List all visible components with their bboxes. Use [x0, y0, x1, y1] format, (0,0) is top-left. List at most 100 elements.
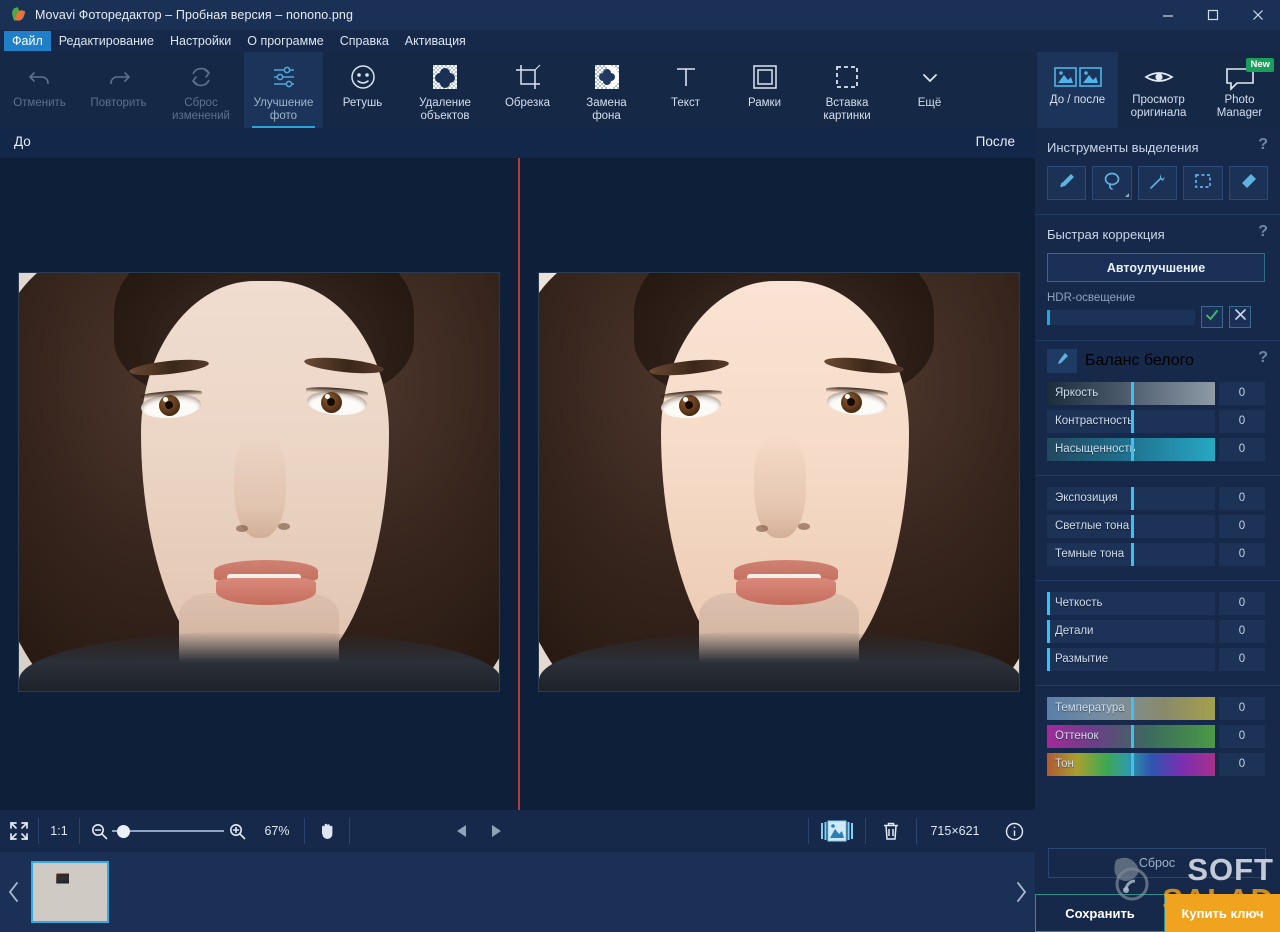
selection-tools-help-icon[interactable]: ? — [1258, 136, 1268, 154]
slider-value[interactable]: 0 — [1219, 753, 1265, 776]
tool-frames[interactable]: Рамки — [725, 52, 804, 128]
auto-enhance-button[interactable]: Автоулучшение — [1047, 253, 1265, 282]
tool-retouch[interactable]: Ретушь — [323, 52, 402, 128]
slider-value[interactable]: 0 — [1219, 725, 1265, 748]
slider-value[interactable]: 0 — [1219, 515, 1265, 538]
slider-hue[interactable]: Тон 0 — [1047, 752, 1268, 776]
image-info-button[interactable] — [993, 810, 1035, 852]
slider-blur[interactable]: Размытие 0 — [1047, 647, 1268, 671]
image-preview-before[interactable] — [18, 272, 500, 692]
white-balance-help-icon[interactable]: ? — [1258, 349, 1268, 367]
slider-track[interactable]: Тон — [1047, 753, 1215, 776]
menu-item-activation[interactable]: Активация — [397, 31, 474, 51]
eyedropper-button[interactable] — [1047, 349, 1077, 373]
slider-track[interactable]: Яркость — [1047, 382, 1215, 405]
slider-handle[interactable] — [1131, 543, 1134, 566]
slider-handle[interactable] — [1131, 438, 1134, 461]
zoom-out-button[interactable] — [86, 810, 112, 852]
zoom-slider-handle[interactable] — [117, 825, 130, 838]
tool-object-removal[interactable]: Удаление объектов — [402, 52, 488, 128]
before-after-divider[interactable] — [518, 158, 520, 810]
tool-background-change[interactable]: Замена фона — [567, 52, 646, 128]
slider-highlights[interactable]: Светлые тона 0 — [1047, 514, 1268, 538]
slider-track[interactable]: Экспозиция — [1047, 487, 1215, 510]
slider-track[interactable]: Темные тона — [1047, 543, 1215, 566]
image-preview-after[interactable] — [538, 272, 1020, 692]
menu-item-settings[interactable]: Настройки — [162, 31, 239, 51]
slider-temperature[interactable]: Температура 0 — [1047, 696, 1268, 720]
zoom-slider[interactable] — [112, 825, 224, 837]
slider-handle[interactable] — [1131, 697, 1134, 720]
slider-brightness[interactable]: Яркость 0 — [1047, 381, 1268, 405]
slider-handle[interactable] — [1047, 592, 1050, 615]
tool-crop[interactable]: Обрезка — [488, 52, 567, 128]
slider-track[interactable]: Оттенок — [1047, 725, 1215, 748]
slider-value[interactable]: 0 — [1219, 648, 1265, 671]
slider-value[interactable]: 0 — [1219, 620, 1265, 643]
slider-handle[interactable] — [1047, 648, 1050, 671]
slider-track[interactable]: Температура — [1047, 697, 1215, 720]
slider-track[interactable]: Контрастность — [1047, 410, 1215, 433]
slider-value[interactable]: 0 — [1219, 697, 1265, 720]
slider-saturation[interactable]: Насыщенность 0 — [1047, 437, 1268, 461]
rectangle-selection-button[interactable] — [1183, 166, 1222, 200]
slider-handle[interactable] — [1131, 487, 1134, 510]
menu-item-edit[interactable]: Редактирование — [51, 31, 162, 51]
tool-insert-image[interactable]: Вставка картинки — [804, 52, 890, 128]
eraser-button[interactable] — [1229, 166, 1268, 200]
slider-handle[interactable] — [1131, 725, 1134, 748]
maximize-button[interactable] — [1190, 0, 1235, 30]
slider-value[interactable]: 0 — [1219, 543, 1265, 566]
filmstrip-next-button[interactable] — [1007, 852, 1035, 932]
slider-track[interactable]: Светлые тона — [1047, 515, 1215, 538]
slider-track[interactable]: Насыщенность — [1047, 438, 1215, 461]
lasso-selection-button[interactable] — [1092, 166, 1131, 200]
tool-before-after[interactable]: До / после — [1037, 52, 1118, 128]
slider-track[interactable]: Детали — [1047, 620, 1215, 643]
filmstrip-prev-button[interactable] — [0, 852, 28, 932]
menu-item-help[interactable]: Справка — [332, 31, 397, 51]
slider-handle[interactable] — [1131, 410, 1134, 433]
tool-undo[interactable]: Отменить — [0, 52, 79, 128]
quick-correction-help-icon[interactable]: ? — [1258, 223, 1268, 241]
slider-exposure[interactable]: Экспозиция 0 — [1047, 486, 1268, 510]
slider-handle[interactable] — [1131, 753, 1134, 776]
next-image-button[interactable] — [479, 810, 513, 852]
slider-shadows[interactable]: Темные тона 0 — [1047, 542, 1268, 566]
previous-image-button[interactable] — [445, 810, 479, 852]
filmstrip-toggle-button[interactable] — [809, 810, 865, 852]
slider-details[interactable]: Детали 0 — [1047, 619, 1268, 643]
menu-item-about[interactable]: О программе — [239, 31, 331, 51]
tool-view-original[interactable]: Просмотр оригинала — [1118, 52, 1199, 128]
delete-image-button[interactable] — [866, 810, 916, 852]
tool-reset-changes[interactable]: Сброс изменений — [158, 52, 244, 128]
tool-photo-manager[interactable]: New Photo Manager — [1199, 52, 1280, 128]
slider-value[interactable]: 0 — [1219, 592, 1265, 615]
actual-size-button[interactable]: 1:1 — [39, 810, 79, 852]
slider-value[interactable]: 0 — [1219, 382, 1265, 405]
fit-to-screen-button[interactable] — [0, 810, 38, 852]
slider-tint[interactable]: Оттенок 0 — [1047, 724, 1268, 748]
tool-photo-enhance[interactable]: Улучшение фото — [244, 52, 323, 128]
slider-clarity[interactable]: Четкость 0 — [1047, 591, 1268, 615]
slider-handle[interactable] — [1131, 382, 1134, 405]
magic-wand-button[interactable] — [1138, 166, 1177, 200]
filmstrip-thumbnail[interactable] — [31, 861, 109, 923]
zoom-in-button[interactable] — [224, 810, 250, 852]
tool-redo[interactable]: Повторить — [79, 52, 158, 128]
slider-contrast[interactable]: Контрастность 0 — [1047, 409, 1268, 433]
cancel-button[interactable] — [1229, 306, 1251, 328]
menu-item-file[interactable]: Файл — [4, 31, 51, 51]
hdr-lighting-slider[interactable] — [1047, 310, 1195, 325]
tool-more[interactable]: Ещё — [890, 52, 969, 128]
hand-tool-button[interactable] — [305, 810, 349, 852]
slider-value[interactable]: 0 — [1219, 410, 1265, 433]
slider-value[interactable]: 0 — [1219, 438, 1265, 461]
slider-handle[interactable] — [1047, 620, 1050, 643]
close-button[interactable] — [1235, 0, 1280, 30]
tool-text[interactable]: Текст — [646, 52, 725, 128]
reset-button[interactable]: Сброс — [1048, 848, 1266, 878]
slider-track[interactable]: Размытие — [1047, 648, 1215, 671]
slider-track[interactable]: Четкость — [1047, 592, 1215, 615]
buy-key-button[interactable]: Купить ключ — [1165, 894, 1280, 932]
